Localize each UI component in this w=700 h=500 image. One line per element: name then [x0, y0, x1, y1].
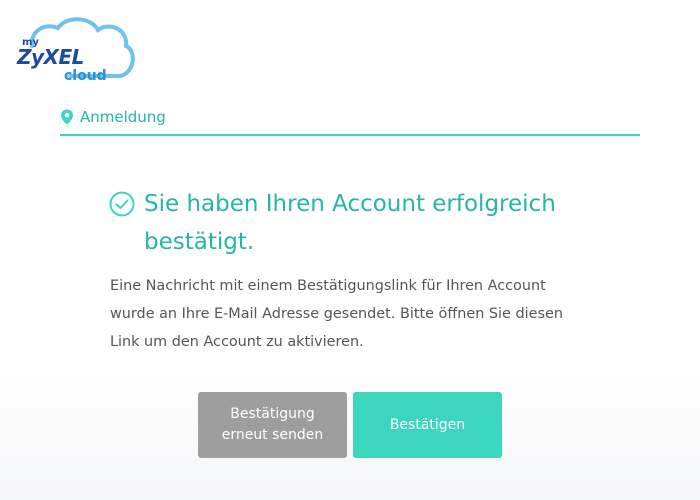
logo-cloud-text: cloud — [64, 68, 107, 84]
resend-confirmation-button[interactable]: Bestätigung erneut senden — [198, 392, 347, 458]
myzyxel-cloud-logo[interactable]: my ZyXEL cloud — [12, 14, 138, 86]
logo-brand-text: ZyXEL — [17, 45, 84, 69]
check-circle-icon — [109, 191, 135, 217]
map-pin-icon — [61, 109, 73, 125]
tab-label: Anmeldung — [80, 108, 166, 126]
confirmation-description: Eine Nachricht mit einem Bestätigungslin… — [110, 278, 563, 350]
confirm-button[interactable]: Bestätigen — [353, 392, 502, 458]
success-heading: Sie haben Ihren Account erfolgreich best… — [144, 191, 556, 255]
tab-anmeldung[interactable]: Anmeldung — [60, 108, 640, 136]
